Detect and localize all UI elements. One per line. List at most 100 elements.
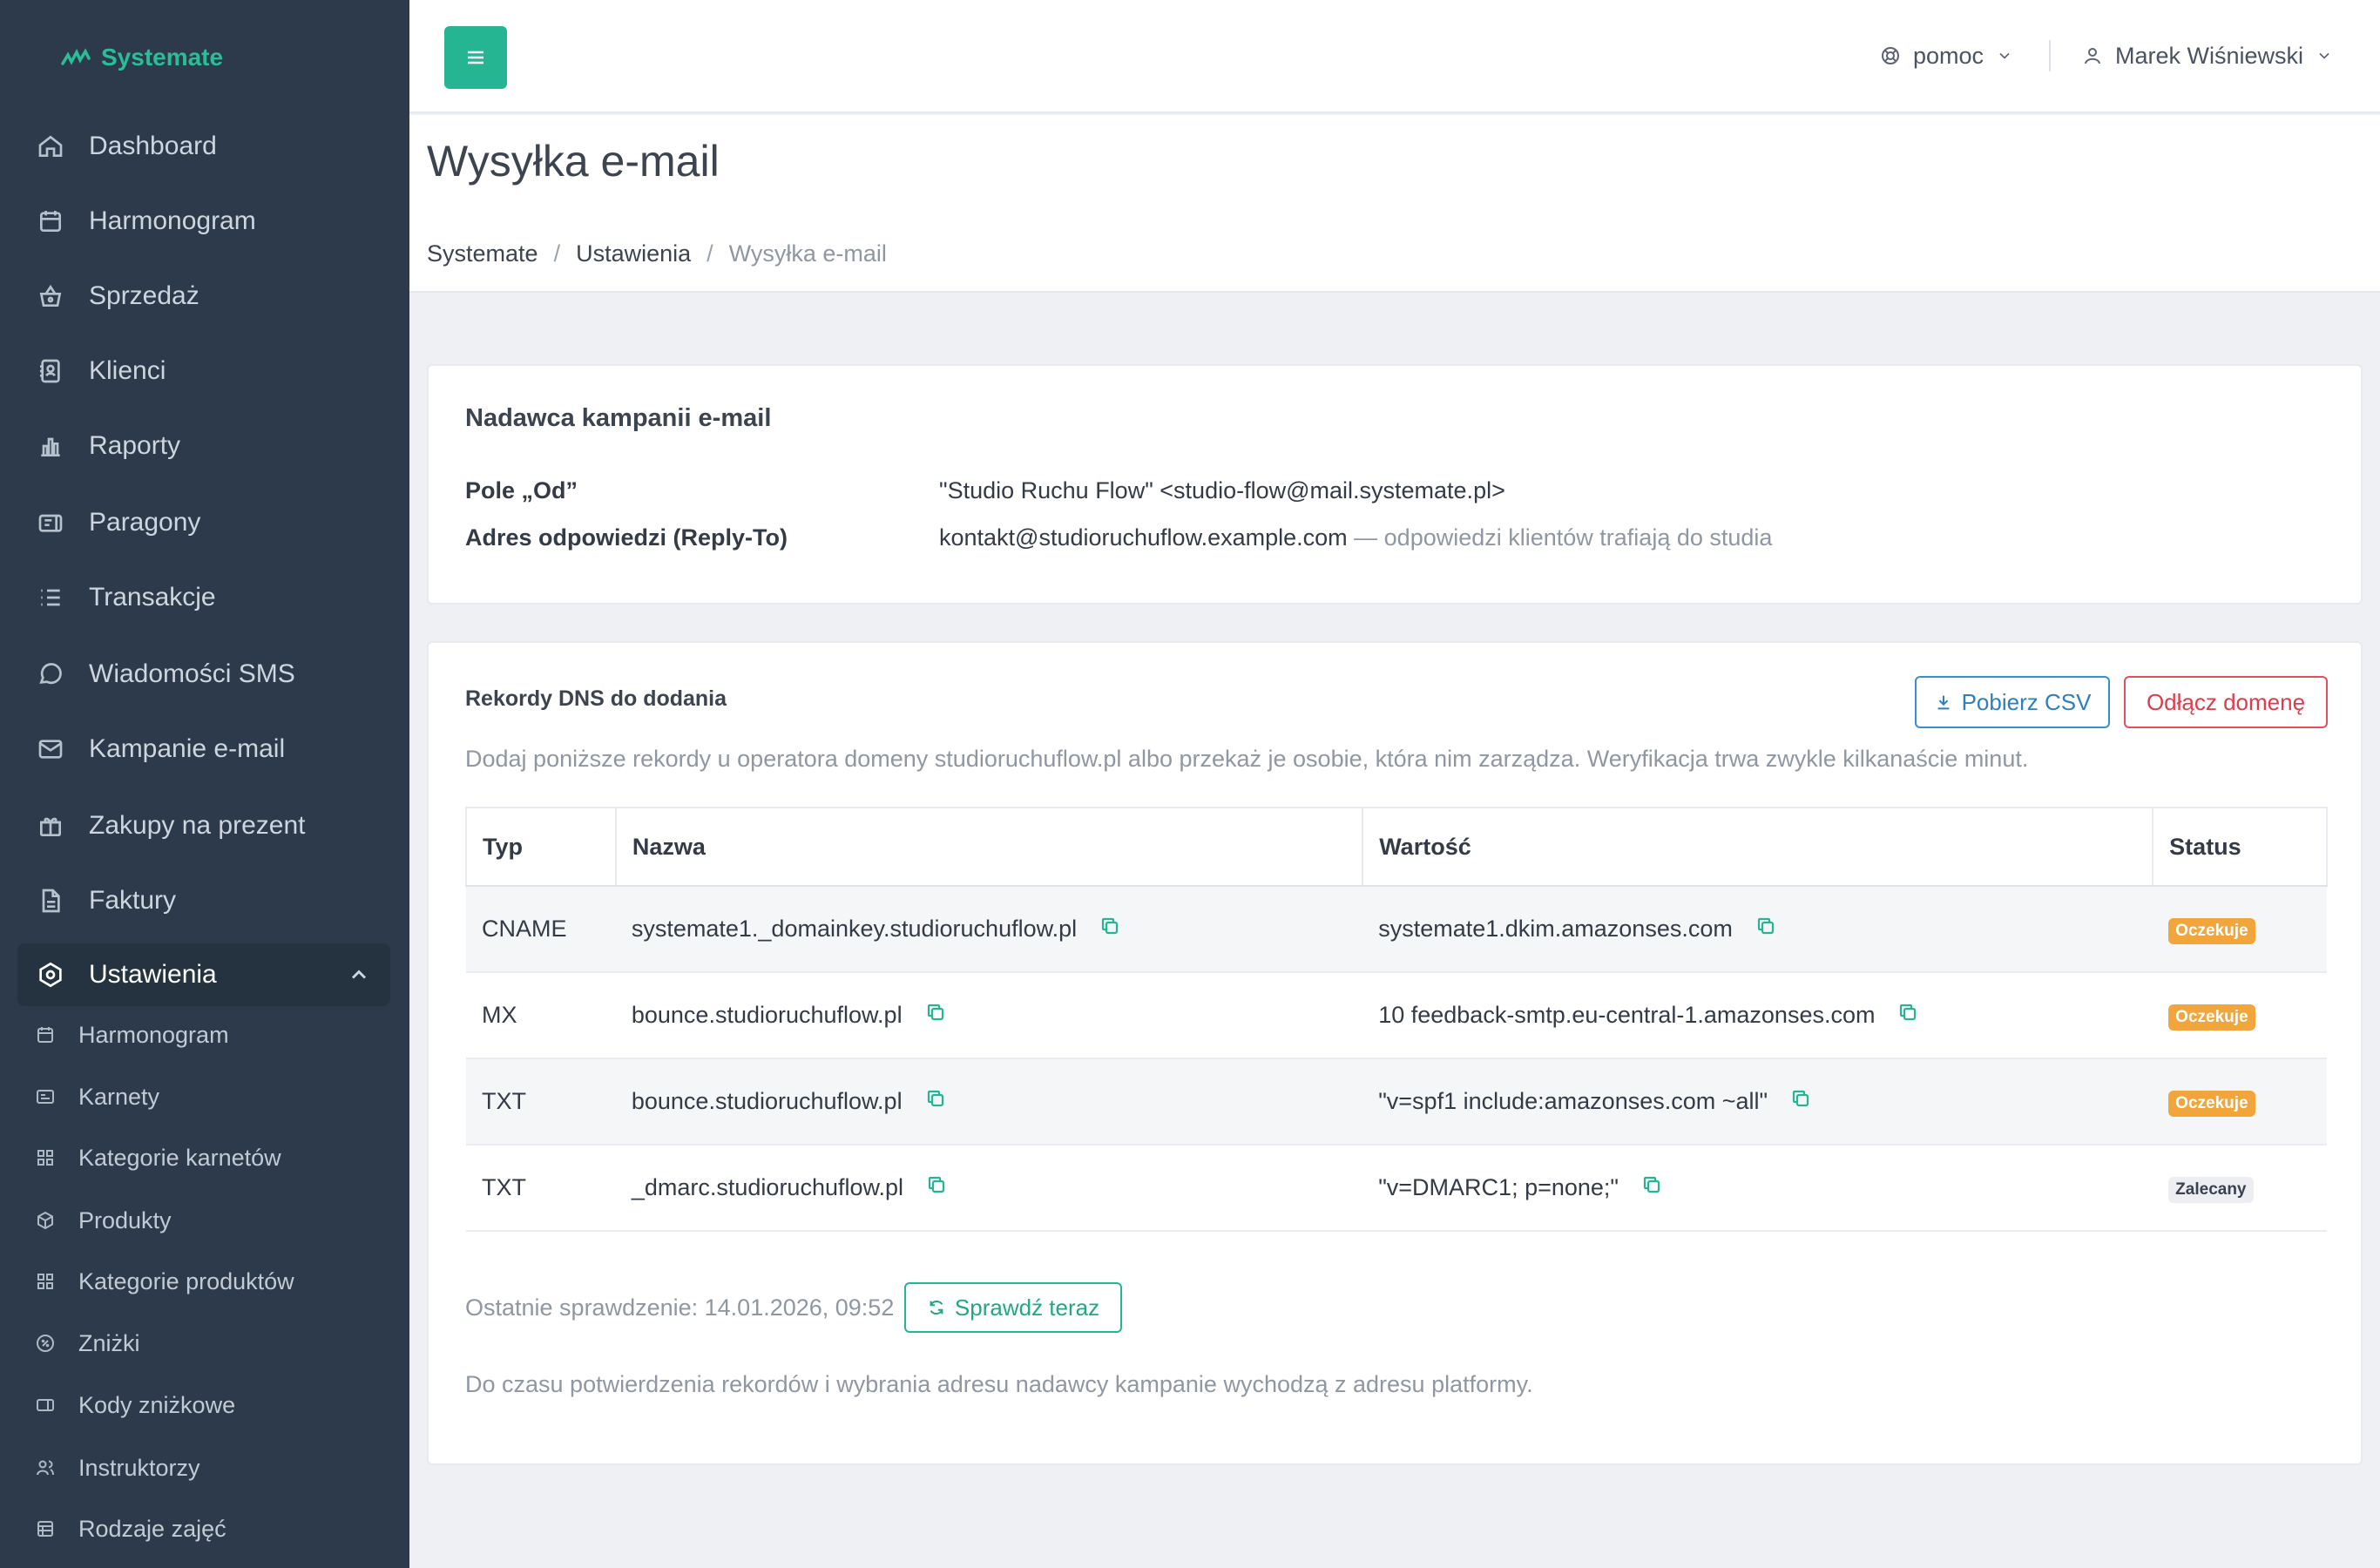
sidebar-subitem-label: Zniżki: [78, 1329, 140, 1356]
record-value-cell: 10 feedback-smtp.eu-central-1.amazonses.…: [1362, 971, 2153, 1058]
copy-icon[interactable]: [926, 1174, 947, 1201]
column-header-name: Nazwa: [614, 807, 1364, 887]
grid-icon: [33, 1146, 57, 1170]
discount-icon: [33, 1331, 57, 1355]
sidebar-subitem-instruktorzy[interactable]: Instruktorzy: [33, 1443, 200, 1492]
dns-records-card: Rekordy DNS do dodania Pobierz CSV Odłąc…: [427, 641, 2363, 1465]
record-name-cell: systemate1._domainkey.studioruchuflow.pl: [615, 885, 1363, 972]
breadcrumb-link-systemate[interactable]: Systemate: [427, 240, 538, 267]
record-value: "v=DMARC1; p=none;": [1378, 1174, 1619, 1200]
sidebar-item-kampanie-email[interactable]: Kampanie e-mail: [17, 718, 390, 781]
copy-icon[interactable]: [1641, 1174, 1662, 1201]
from-value: "Studio Ruchu Flow" <studio-flow@mail.sy…: [939, 477, 1505, 504]
record-type: TXT: [466, 1058, 616, 1145]
breadcrumb-separator: /: [553, 240, 561, 267]
sidebar-subitem-kategorie-karnetow[interactable]: Kategorie karnetów: [33, 1133, 281, 1182]
copy-icon[interactable]: [1099, 916, 1120, 943]
status-badge: Zalecany: [2168, 1176, 2254, 1203]
record-value: "v=spf1 include:amazonses.com ~all": [1378, 1088, 1768, 1114]
sidebar-item-klienci[interactable]: Klienci: [17, 340, 390, 402]
sidebar-subitem-label: Harmonogram: [78, 1021, 229, 1048]
sidebar-subitem-rodzaje-zajec[interactable]: Rodzaje zajęć: [33, 1504, 227, 1553]
reply-to-note: — odpowiedzi klientów trafiają do studia: [1354, 524, 1773, 551]
sidebar-subitem-karnety[interactable]: Karnety: [33, 1072, 159, 1121]
sidebar-subitem-kody-znizkowe[interactable]: Kody zniżkowe: [33, 1381, 235, 1429]
sidebar-item-ustawienia[interactable]: Ustawienia: [17, 943, 390, 1006]
table-row: TXT bounce.studioruchuflow.pl "v=spf1 in…: [466, 1058, 2327, 1145]
lifebuoy-icon: [1882, 47, 1899, 64]
reply-to-value: kontakt@studioruchuflow.example.com: [939, 524, 1348, 551]
record-status-cell: Oczekuje: [2153, 885, 2327, 972]
topbar: pomoc Marek Wiśniewski: [409, 0, 2380, 113]
table-row: TXT _dmarc.studioruchuflow.pl "v=DMARC1;…: [466, 1144, 2327, 1232]
brand-name: Systemate: [101, 44, 224, 71]
breadcrumb-separator: /: [707, 240, 713, 267]
from-label: Pole „Od”: [465, 477, 578, 504]
sidebar-subitem-znizki[interactable]: Zniżki: [33, 1319, 140, 1368]
status-badge: Oczekuje: [2168, 917, 2255, 944]
user-icon: [2085, 48, 2100, 64]
copy-icon[interactable]: [925, 1088, 946, 1115]
check-now-button[interactable]: Sprawdź teraz: [904, 1282, 1122, 1333]
record-value-cell: "v=DMARC1; p=none;": [1362, 1144, 2153, 1232]
download-csv-button[interactable]: Pobierz CSV: [1915, 676, 2110, 728]
refresh-icon: [930, 1300, 943, 1315]
record-value-cell: systemate1.dkim.amazonses.com: [1362, 885, 2153, 972]
sidebar-item-transakcje[interactable]: Transakcje: [17, 566, 390, 629]
brand-logo[interactable]: Systemate: [61, 40, 223, 75]
sidebar-subitem-produkty[interactable]: Produkty: [33, 1196, 172, 1245]
record-name: _dmarc.studioruchuflow.pl: [631, 1174, 904, 1200]
calendar-icon: [33, 1023, 57, 1047]
dns-card-title: Rekordy DNS do dodania: [465, 686, 727, 711]
list-icon: [35, 582, 66, 613]
disconnect-domain-label: Odłącz domenę: [2146, 688, 2306, 715]
sidebar-subitem-harmonogram[interactable]: Harmonogram: [33, 1010, 229, 1059]
sidebar-item-label: Sprzedaż: [89, 281, 199, 310]
copy-icon[interactable]: [925, 1002, 946, 1029]
sidebar: Systemate Dashboard Harmonogram Sprzedaż…: [0, 0, 409, 1568]
record-value: systemate1.dkim.amazonses.com: [1378, 916, 1733, 942]
help-dropdown[interactable]: pomoc: [1880, 37, 2013, 75]
user-name: Marek Wiśniewski: [2115, 42, 2304, 69]
reply-to-value-row: kontakt@studioruchuflow.example.com — od…: [939, 524, 1772, 551]
address-book-icon: [35, 355, 66, 387]
table-header-row: Typ Nazwa Wartość Status: [465, 807, 2328, 887]
sidebar-item-label: Ustawienia: [89, 960, 217, 989]
menu-toggle-button[interactable]: [444, 26, 507, 89]
sidebar-subitem-label: Rodzaje zajęć: [78, 1515, 227, 1542]
sidebar-item-zakupy-na-prezent[interactable]: Zakupy na prezent: [17, 794, 390, 857]
sidebar-item-faktury[interactable]: Faktury: [17, 869, 390, 932]
chevron-up-icon[interactable]: [347, 963, 371, 987]
breadcrumb-link-ustawienia[interactable]: Ustawienia: [576, 240, 691, 267]
table-row: MX bounce.studioruchuflow.pl 10 feedback…: [466, 971, 2327, 1058]
dns-records-table: Typ Nazwa Wartość Status CNAME systemate…: [465, 807, 2328, 1232]
ticket-icon: [33, 1393, 57, 1417]
sidebar-item-paragony[interactable]: Paragony: [17, 491, 390, 554]
copy-icon[interactable]: [1897, 1002, 1918, 1029]
sidebar-subitem-label: Kody zniżkowe: [78, 1391, 236, 1418]
reply-to-label: Adres odpowiedzi (Reply-To): [465, 524, 788, 551]
record-name-cell: _dmarc.studioruchuflow.pl: [615, 1144, 1363, 1232]
copy-icon[interactable]: [1755, 916, 1776, 943]
column-header-status: Status: [2152, 807, 2328, 887]
sidebar-item-dashboard[interactable]: Dashboard: [17, 115, 390, 178]
disconnect-domain-button[interactable]: Odłącz domenę: [2124, 676, 2328, 728]
sidebar-subitem-kategorie-produktow[interactable]: Kategorie produktów: [33, 1257, 294, 1306]
record-name-cell: bounce.studioruchuflow.pl: [615, 971, 1363, 1058]
sidebar-item-sms[interactable]: Wiadomości SMS: [17, 643, 390, 706]
record-name: bounce.studioruchuflow.pl: [631, 1088, 903, 1114]
dns-description: Dodaj poniższe rekordy u operatora domen…: [465, 746, 2029, 772]
column-header-type: Typ: [465, 807, 617, 887]
status-badge: Oczekuje: [2168, 1090, 2255, 1117]
sidebar-item-raporty[interactable]: Raporty: [17, 415, 390, 477]
sidebar-item-sprzedaz[interactable]: Sprzedaż: [17, 265, 390, 328]
sidebar-subitem-label: Kategorie karnetów: [78, 1144, 281, 1171]
mail-icon: [35, 733, 66, 765]
copy-icon[interactable]: [1790, 1088, 1811, 1115]
sidebar-item-label: Klienci: [89, 356, 166, 385]
user-menu-dropdown[interactable]: Marek Wiśniewski: [2082, 37, 2333, 75]
sidebar-item-harmonogram[interactable]: Harmonogram: [17, 190, 390, 253]
sidebar-item-label: Raporty: [89, 431, 181, 460]
chat-icon: [35, 659, 66, 690]
basket-icon: [35, 280, 66, 312]
